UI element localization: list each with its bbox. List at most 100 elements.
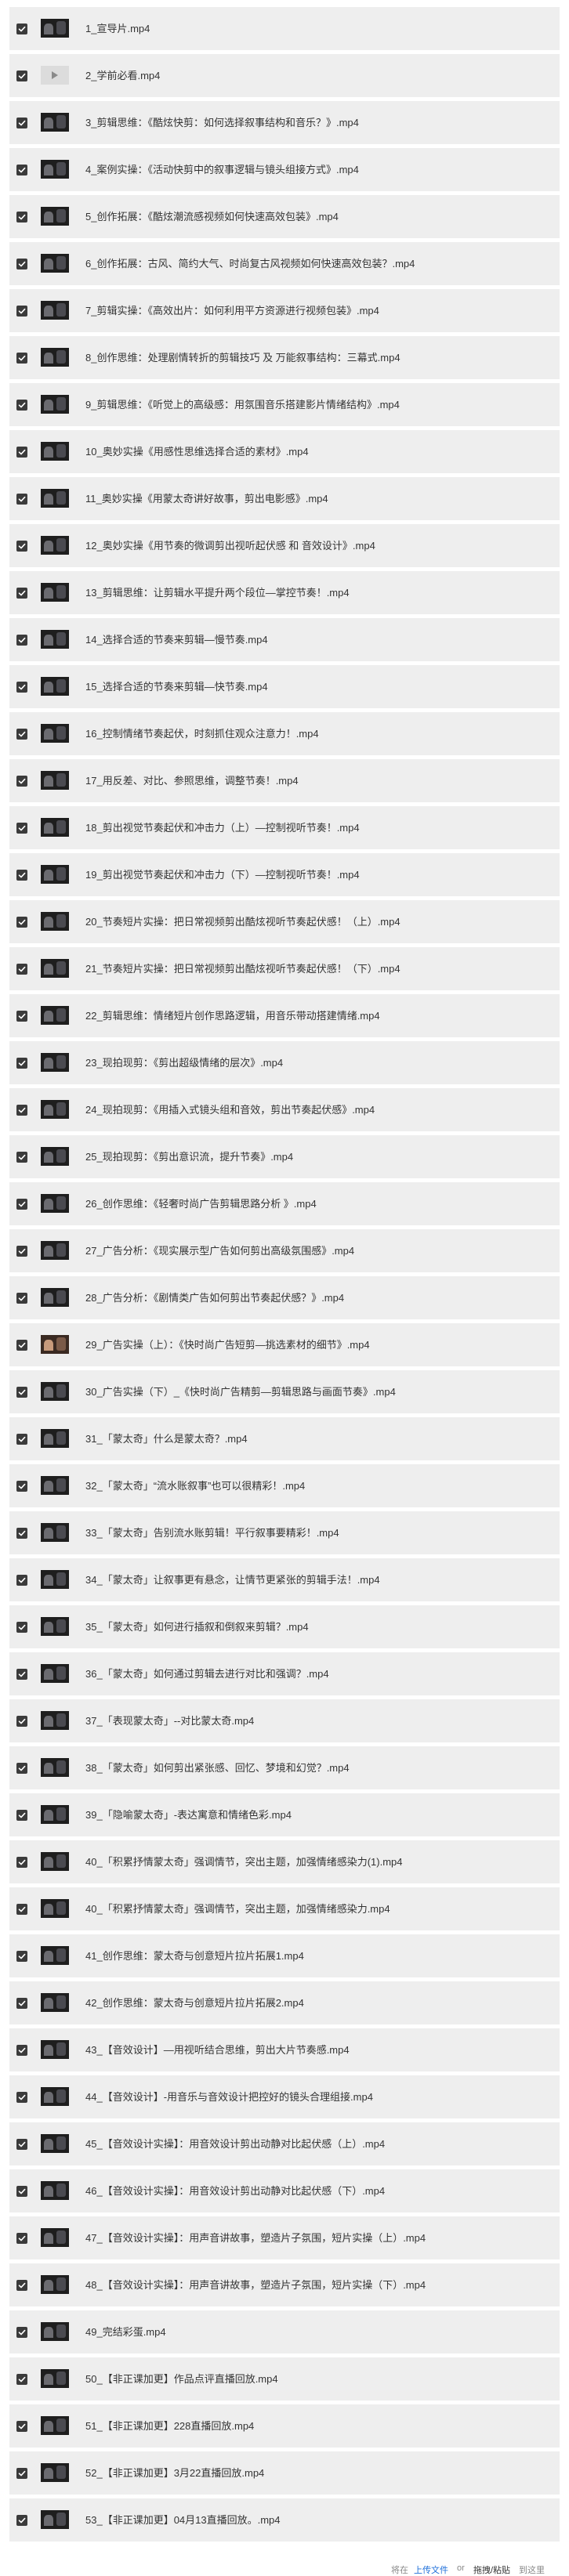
file-row[interactable]: 52_【非正课加更】3月22直播回放.mp4 (9, 2451, 560, 2495)
file-row[interactable]: 51_【非正课加更】228直播回放.mp4 (9, 2404, 560, 2448)
checkbox-checked[interactable] (16, 776, 27, 787)
file-row[interactable]: 44_【音效设计】-用音乐与音效设计把控好的镜头合理组接.mp4 (9, 2075, 560, 2118)
checkbox-checked[interactable] (16, 1293, 27, 1304)
file-row[interactable]: 3_剪辑思维：《酷炫快剪：如何选择叙事结构和音乐？》.mp4 (9, 101, 560, 144)
checkbox-checked[interactable] (16, 494, 27, 505)
file-row[interactable]: 34_「蒙太奇」让叙事更有悬念，让情节更紧张的剪辑手法！.mp4 (9, 1558, 560, 1601)
file-row[interactable]: 15_选择合适的节奏来剪辑—快节奏.mp4 (9, 665, 560, 708)
file-row[interactable]: 5_创作拓展：《酷炫潮流感视频如何快速高效包装》.mp4 (9, 195, 560, 238)
file-row[interactable]: 49_完结彩蛋.mp4 (9, 2310, 560, 2353)
checkbox-checked[interactable] (16, 1857, 27, 1868)
checkbox-checked[interactable] (16, 1951, 27, 1962)
checkbox-checked[interactable] (16, 1105, 27, 1116)
checkbox-checked[interactable] (16, 870, 27, 881)
file-row[interactable]: 1_宣导片.mp4 (9, 7, 560, 50)
checkbox-checked[interactable] (16, 2139, 27, 2150)
checkbox-checked[interactable] (16, 1763, 27, 1774)
file-row[interactable]: 14_选择合适的节奏来剪辑—慢节奏.mp4 (9, 618, 560, 661)
file-row[interactable]: 38_「蒙太奇」如何剪出紧张感、回忆、梦境和幻觉？.mp4 (9, 1746, 560, 1789)
checkbox-checked[interactable] (16, 1810, 27, 1821)
file-row[interactable]: 4_案例实操：《活动快剪中的叙事逻辑与镜头组接方式》.mp4 (9, 148, 560, 191)
checkbox-checked[interactable] (16, 635, 27, 646)
file-row[interactable]: 46_【音效设计实操】：用音效设计剪出动静对比起伏感（下）.mp4 (9, 2169, 560, 2212)
checkbox-checked[interactable] (16, 1434, 27, 1445)
file-row[interactable]: 33_「蒙太奇」告别流水账剪辑！平行叙事要精彩！.mp4 (9, 1511, 560, 1554)
file-row[interactable]: 42_创作思维：蒙太奇与创意短片拉片拓展2.mp4 (9, 1981, 560, 2024)
checkbox-checked[interactable] (16, 2092, 27, 2103)
file-row[interactable]: 40_「积累抒情蒙太奇」强调情节，突出主题，加强情绪感染力(1).mp4 (9, 1840, 560, 1883)
file-row[interactable]: 37_「表现蒙太奇」--对比蒙太奇.mp4 (9, 1699, 560, 1742)
checkbox-checked[interactable] (16, 1199, 27, 1210)
file-row[interactable]: 18_剪出视觉节奏起伏和冲击力（上）—控制视听节奏！.mp4 (9, 806, 560, 849)
checkbox-checked[interactable] (16, 1528, 27, 1539)
checkbox-checked[interactable] (16, 2327, 27, 2338)
file-row[interactable]: 7_剪辑实操：《高效出片：如何利用平方资源进行视频包装》.mp4 (9, 289, 560, 332)
file-row[interactable]: 41_创作思维：蒙太奇与创意短片拉片拓展1.mp4 (9, 1934, 560, 1977)
checkbox-checked[interactable] (16, 71, 27, 81)
file-row[interactable]: 43_【音效设计】—用视听结合思维，剪出大片节奏感.mp4 (9, 2028, 560, 2071)
checkbox-checked[interactable] (16, 729, 27, 740)
checkbox-checked[interactable] (16, 1152, 27, 1163)
file-row[interactable]: 45_【音效设计实操】：用音效设计剪出动静对比起伏感（上）.mp4 (9, 2122, 560, 2165)
file-row[interactable]: 10_奥妙实操《用感性思维选择合适的素材》.mp4 (9, 430, 560, 473)
file-row[interactable]: 17_用反差、对比、参照思维，调整节奏！.mp4 (9, 759, 560, 802)
checkbox-checked[interactable] (16, 1716, 27, 1727)
checkbox-checked[interactable] (16, 1622, 27, 1633)
checkbox-checked[interactable] (16, 259, 27, 270)
checkbox-checked[interactable] (16, 917, 27, 928)
file-row[interactable]: 21_节奏短片实操：把日常视频剪出酷炫视听节奏起伏感！（下）.mp4 (9, 947, 560, 990)
checkbox-checked[interactable] (16, 24, 27, 34)
file-row[interactable]: 39_「隐喻蒙太奇」-表达寓意和情绪色彩.mp4 (9, 1793, 560, 1836)
file-row[interactable]: 6_创作拓展：古风、简约大气、时尚复古风视频如何快速高效包装？.mp4 (9, 242, 560, 285)
checkbox-checked[interactable] (16, 588, 27, 599)
checkbox-checked[interactable] (16, 1481, 27, 1492)
file-row[interactable]: 47_【音效设计实操】：用声音讲故事，塑造片子氛围，短片实操（上）.mp4 (9, 2216, 560, 2259)
checkbox-checked[interactable] (16, 2280, 27, 2291)
file-row[interactable]: 11_奥妙实操《用蒙太奇讲好故事，剪出电影感》.mp4 (9, 477, 560, 520)
file-row[interactable]: 35_「蒙太奇」如何进行插叙和倒叙来剪辑？.mp4 (9, 1605, 560, 1648)
checkbox-checked[interactable] (16, 1340, 27, 1351)
file-row[interactable]: 12_奥妙实操《用节奏的微调剪出视听起伏感 和 音效设计》.mp4 (9, 524, 560, 567)
file-row[interactable]: 8_创作思维：处理剧情转折的剪辑技巧 及 万能叙事结构：三幕式.mp4 (9, 336, 560, 379)
checkbox-checked[interactable] (16, 823, 27, 834)
file-row[interactable]: 50_【非正课加更】作品点评直播回放.mp4 (9, 2357, 560, 2401)
file-row[interactable]: 53_【非正课加更】04月13直播回放。.mp4 (9, 2498, 560, 2542)
checkbox-checked[interactable] (16, 1387, 27, 1398)
checkbox-checked[interactable] (16, 2421, 27, 2432)
checkbox-checked[interactable] (16, 682, 27, 693)
file-row[interactable]: 27_广告分析：《现实展示型广告如何剪出高级氛围感》.mp4 (9, 1229, 560, 1272)
file-row[interactable]: 32_「蒙太奇」“流水账叙事”也可以很精彩！.mp4 (9, 1464, 560, 1507)
file-row[interactable]: 48_【音效设计实操】：用声音讲故事，塑造片子氛围，短片实操（下）.mp4 (9, 2263, 560, 2306)
file-row[interactable]: 29_广告实操（上）：《快时尚广告短剪—挑选素材的细节》.mp4 (9, 1323, 560, 1366)
file-row[interactable]: 23_现拍现剪：《剪出超级情绪的层次》.mp4 (9, 1041, 560, 1084)
checkbox-checked[interactable] (16, 400, 27, 411)
checkbox-checked[interactable] (16, 2468, 27, 2479)
file-row[interactable]: 19_剪出视觉节奏起伏和冲击力（下）—控制视听节奏！.mp4 (9, 853, 560, 896)
checkbox-checked[interactable] (16, 212, 27, 223)
checkbox-checked[interactable] (16, 353, 27, 364)
file-row[interactable]: 16_控制情绪节奏起伏，时刻抓住观众注意力！.mp4 (9, 712, 560, 755)
checkbox-checked[interactable] (16, 165, 27, 175)
file-row[interactable]: 31_「蒙太奇」什么是蒙太奇？.mp4 (9, 1417, 560, 1460)
checkbox-checked[interactable] (16, 306, 27, 317)
file-row[interactable]: 24_现拍现剪：《用插入式镜头组和音效，剪出节奏起伏感》.mp4 (9, 1088, 560, 1131)
checkbox-checked[interactable] (16, 1011, 27, 1022)
file-row[interactable]: 22_剪辑思维：情绪短片创作思路逻辑，用音乐带动搭建情绪.mp4 (9, 994, 560, 1037)
checkbox-checked[interactable] (16, 1058, 27, 1069)
checkbox-checked[interactable] (16, 2186, 27, 2197)
checkbox-checked[interactable] (16, 1669, 27, 1680)
checkbox-checked[interactable] (16, 2045, 27, 2056)
checkbox-checked[interactable] (16, 964, 27, 975)
file-row[interactable]: 9_剪辑思维：《听觉上的高级感：用氛围音乐搭建影片情绪结构》.mp4 (9, 383, 560, 426)
file-row[interactable]: 26_创作思维：《轻奢时尚广告剪辑思路分析 》.mp4 (9, 1182, 560, 1225)
upload-file-link[interactable]: 上传文件 (414, 2563, 448, 2576)
file-row[interactable]: 25_现拍现剪：《剪出意识流，提升节奏》.mp4 (9, 1135, 560, 1178)
file-row[interactable]: 36_「蒙太奇」如何通过剪辑去进行对比和强调？.mp4 (9, 1652, 560, 1695)
file-row[interactable]: 20_节奏短片实操：把日常视频剪出酷炫视听节奏起伏感！（上）.mp4 (9, 900, 560, 943)
checkbox-checked[interactable] (16, 1998, 27, 2009)
checkbox-checked[interactable] (16, 2374, 27, 2385)
file-row[interactable]: 40_「积累抒情蒙太奇」强调情节，突出主题，加强情绪感染力.mp4 (9, 1887, 560, 1930)
file-row[interactable]: 28_广告分析：《剧情类广告如何剪出节奏起伏感？》.mp4 (9, 1276, 560, 1319)
checkbox-checked[interactable] (16, 118, 27, 128)
checkbox-checked[interactable] (16, 447, 27, 458)
